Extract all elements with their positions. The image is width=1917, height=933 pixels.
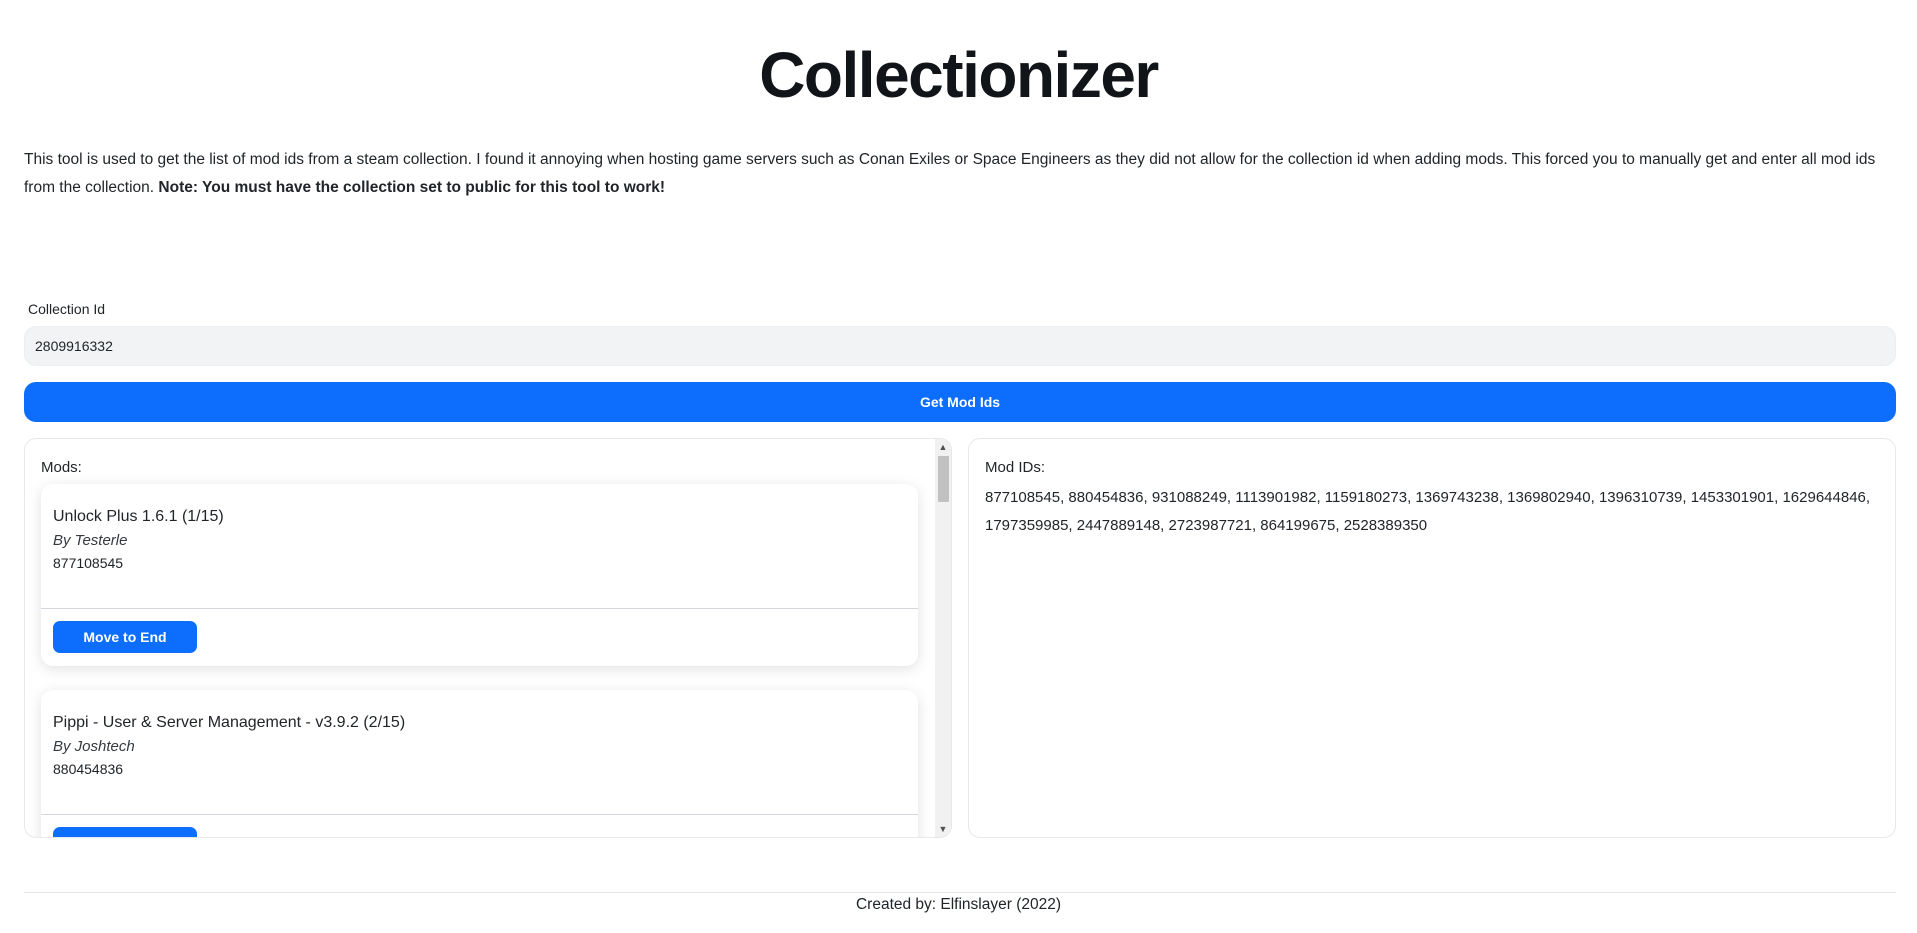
- scroll-thumb[interactable]: [938, 456, 949, 502]
- mod-card-body: Pippi - User & Server Management - v3.9.…: [41, 690, 918, 814]
- page: Collectionizer This tool is used to get …: [0, 0, 1917, 933]
- move-to-end-button[interactable]: Move to End: [53, 827, 197, 837]
- mod-card-body: Unlock Plus 1.6.1 (1/15) By Testerle 877…: [41, 484, 918, 608]
- page-title: Collectionizer: [759, 39, 1159, 111]
- mod-ids-content: Mod IDs: 877108545, 880454836, 931088249…: [969, 439, 1895, 560]
- intro-note: Note: You must have the collection set t…: [158, 179, 666, 196]
- footer-credit: Created by: Elfinslayer (2022): [855, 896, 1062, 913]
- mod-id: 877108545: [53, 555, 124, 571]
- get-mod-ids-button[interactable]: Get Mod Ids: [24, 382, 1896, 422]
- mods-label: Mods:: [41, 459, 82, 476]
- mod-ids-list: 877108545, 880454836, 931088249, 1113901…: [985, 489, 1871, 534]
- mod-card-footer: Move to End: [41, 608, 918, 666]
- collection-id-input[interactable]: [24, 326, 1896, 366]
- scroll-down-arrow-icon[interactable]: ▼: [935, 821, 951, 837]
- mods-panel: Mods: Unlock Plus 1.6.1 (1/15) By Tester…: [24, 438, 952, 838]
- collection-id-label: Collection Id: [28, 301, 106, 317]
- mod-ids-label: Mod IDs:: [985, 459, 1046, 476]
- mods-list[interactable]: Mods: Unlock Plus 1.6.1 (1/15) By Tester…: [25, 439, 935, 837]
- mod-title: Pippi - User & Server Management - v3.9.…: [53, 714, 406, 731]
- footer-divider: [24, 892, 1896, 893]
- scroll-up-arrow-icon[interactable]: ▲: [935, 439, 951, 455]
- intro-text: This tool is used to get the list of mod…: [24, 146, 1896, 202]
- mod-id: 880454836: [53, 761, 124, 777]
- move-to-end-button[interactable]: Move to End: [53, 621, 197, 653]
- mod-card: Pippi - User & Server Management - v3.9.…: [41, 690, 918, 837]
- mod-ids-panel: Mod IDs: 877108545, 880454836, 931088249…: [968, 438, 1896, 838]
- mod-author: By Joshtech: [53, 738, 135, 755]
- mod-card: Unlock Plus 1.6.1 (1/15) By Testerle 877…: [41, 484, 918, 666]
- mods-scrollbar[interactable]: ▲ ▼: [935, 439, 951, 837]
- mod-title: Unlock Plus 1.6.1 (1/15): [53, 508, 224, 525]
- mod-author: By Testerle: [53, 532, 128, 549]
- mod-card-footer: Move to End: [41, 814, 918, 837]
